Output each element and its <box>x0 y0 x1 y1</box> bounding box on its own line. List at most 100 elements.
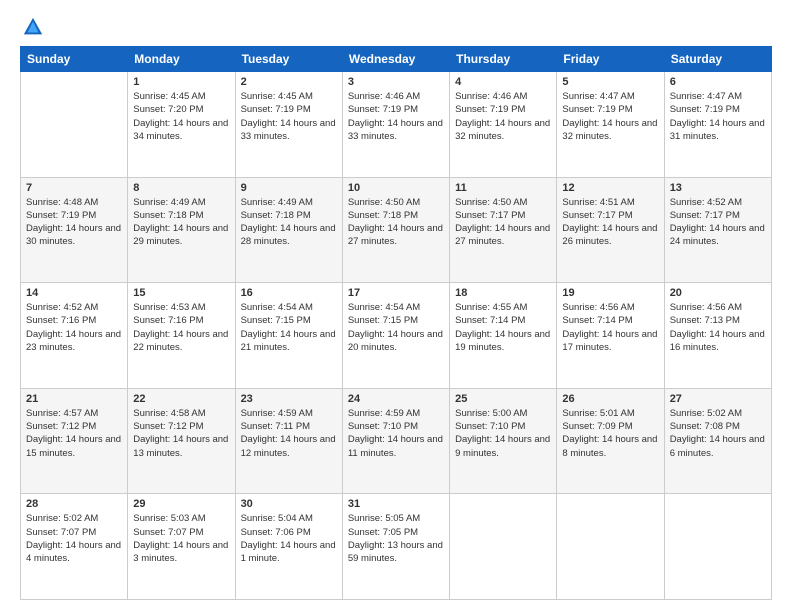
sunset: Sunset: 7:15 PM <box>348 315 418 326</box>
cell-content: Sunrise: 5:03 AM Sunset: 7:07 PM Dayligh… <box>133 512 229 565</box>
calendar-cell: 3 Sunrise: 4:46 AM Sunset: 7:19 PM Dayli… <box>342 72 449 178</box>
day-number: 18 <box>455 287 551 299</box>
daylight: Daylight: 14 hours and 22 minutes. <box>133 329 228 353</box>
day-number: 30 <box>241 498 337 510</box>
week-row-2: 7 Sunrise: 4:48 AM Sunset: 7:19 PM Dayli… <box>21 177 772 283</box>
day-number: 6 <box>670 76 766 88</box>
day-number: 28 <box>26 498 122 510</box>
cell-content: Sunrise: 4:59 AM Sunset: 7:11 PM Dayligh… <box>241 407 337 460</box>
daylight: Daylight: 14 hours and 33 minutes. <box>348 118 443 142</box>
sunrise: Sunrise: 4:49 AM <box>241 197 313 208</box>
calendar-cell: 12 Sunrise: 4:51 AM Sunset: 7:17 PM Dayl… <box>557 177 664 283</box>
day-number: 26 <box>562 393 658 405</box>
day-number: 11 <box>455 182 551 194</box>
weekday-header-saturday: Saturday <box>664 47 771 72</box>
calendar-cell <box>557 494 664 600</box>
daylight: Daylight: 14 hours and 9 minutes. <box>455 434 550 458</box>
calendar-cell <box>21 72 128 178</box>
daylight: Daylight: 14 hours and 15 minutes. <box>26 434 121 458</box>
day-number: 9 <box>241 182 337 194</box>
sunset: Sunset: 7:07 PM <box>133 527 203 538</box>
week-row-4: 21 Sunrise: 4:57 AM Sunset: 7:12 PM Dayl… <box>21 388 772 494</box>
sunrise: Sunrise: 4:47 AM <box>670 91 742 102</box>
calendar-cell <box>450 494 557 600</box>
daylight: Daylight: 14 hours and 30 minutes. <box>26 223 121 247</box>
cell-content: Sunrise: 4:50 AM Sunset: 7:17 PM Dayligh… <box>455 196 551 249</box>
daylight: Daylight: 14 hours and 34 minutes. <box>133 118 228 142</box>
day-number: 23 <box>241 393 337 405</box>
cell-content: Sunrise: 4:49 AM Sunset: 7:18 PM Dayligh… <box>241 196 337 249</box>
cell-content: Sunrise: 4:47 AM Sunset: 7:19 PM Dayligh… <box>562 90 658 143</box>
sunrise: Sunrise: 4:56 AM <box>562 302 634 313</box>
cell-content: Sunrise: 4:58 AM Sunset: 7:12 PM Dayligh… <box>133 407 229 460</box>
sunset: Sunset: 7:18 PM <box>241 210 311 221</box>
sunset: Sunset: 7:19 PM <box>670 104 740 115</box>
calendar-cell: 31 Sunrise: 5:05 AM Sunset: 7:05 PM Dayl… <box>342 494 449 600</box>
sunrise: Sunrise: 4:55 AM <box>455 302 527 313</box>
day-number: 24 <box>348 393 444 405</box>
daylight: Daylight: 14 hours and 17 minutes. <box>562 329 657 353</box>
daylight: Daylight: 14 hours and 26 minutes. <box>562 223 657 247</box>
sunrise: Sunrise: 4:48 AM <box>26 197 98 208</box>
cell-content: Sunrise: 4:52 AM Sunset: 7:16 PM Dayligh… <box>26 301 122 354</box>
calendar-table: SundayMondayTuesdayWednesdayThursdayFrid… <box>20 46 772 600</box>
calendar-cell: 14 Sunrise: 4:52 AM Sunset: 7:16 PM Dayl… <box>21 283 128 389</box>
sunrise: Sunrise: 4:47 AM <box>562 91 634 102</box>
day-number: 2 <box>241 76 337 88</box>
day-number: 27 <box>670 393 766 405</box>
daylight: Daylight: 14 hours and 33 minutes. <box>241 118 336 142</box>
week-row-5: 28 Sunrise: 5:02 AM Sunset: 7:07 PM Dayl… <box>21 494 772 600</box>
sunrise: Sunrise: 4:54 AM <box>241 302 313 313</box>
daylight: Daylight: 14 hours and 32 minutes. <box>562 118 657 142</box>
weekday-header-wednesday: Wednesday <box>342 47 449 72</box>
calendar-cell: 28 Sunrise: 5:02 AM Sunset: 7:07 PM Dayl… <box>21 494 128 600</box>
calendar-cell: 8 Sunrise: 4:49 AM Sunset: 7:18 PM Dayli… <box>128 177 235 283</box>
sunrise: Sunrise: 4:45 AM <box>133 91 205 102</box>
day-number: 3 <box>348 76 444 88</box>
sunrise: Sunrise: 4:52 AM <box>670 197 742 208</box>
sunrise: Sunrise: 4:59 AM <box>348 408 420 419</box>
day-number: 14 <box>26 287 122 299</box>
calendar-cell: 20 Sunrise: 4:56 AM Sunset: 7:13 PM Dayl… <box>664 283 771 389</box>
daylight: Daylight: 14 hours and 16 minutes. <box>670 329 765 353</box>
sunset: Sunset: 7:14 PM <box>455 315 525 326</box>
calendar-cell <box>664 494 771 600</box>
daylight: Daylight: 14 hours and 23 minutes. <box>26 329 121 353</box>
weekday-header-tuesday: Tuesday <box>235 47 342 72</box>
sunrise: Sunrise: 4:56 AM <box>670 302 742 313</box>
day-number: 31 <box>348 498 444 510</box>
sunrise: Sunrise: 4:50 AM <box>455 197 527 208</box>
daylight: Daylight: 14 hours and 24 minutes. <box>670 223 765 247</box>
daylight: Daylight: 14 hours and 21 minutes. <box>241 329 336 353</box>
cell-content: Sunrise: 4:45 AM Sunset: 7:20 PM Dayligh… <box>133 90 229 143</box>
daylight: Daylight: 14 hours and 19 minutes. <box>455 329 550 353</box>
day-number: 5 <box>562 76 658 88</box>
weekday-header-thursday: Thursday <box>450 47 557 72</box>
daylight: Daylight: 14 hours and 11 minutes. <box>348 434 443 458</box>
day-number: 17 <box>348 287 444 299</box>
calendar-cell: 23 Sunrise: 4:59 AM Sunset: 7:11 PM Dayl… <box>235 388 342 494</box>
weekday-header-sunday: Sunday <box>21 47 128 72</box>
calendar-cell: 6 Sunrise: 4:47 AM Sunset: 7:19 PM Dayli… <box>664 72 771 178</box>
cell-content: Sunrise: 5:05 AM Sunset: 7:05 PM Dayligh… <box>348 512 444 565</box>
calendar-cell: 24 Sunrise: 4:59 AM Sunset: 7:10 PM Dayl… <box>342 388 449 494</box>
calendar-cell: 13 Sunrise: 4:52 AM Sunset: 7:17 PM Dayl… <box>664 177 771 283</box>
calendar-cell: 4 Sunrise: 4:46 AM Sunset: 7:19 PM Dayli… <box>450 72 557 178</box>
calendar-cell: 1 Sunrise: 4:45 AM Sunset: 7:20 PM Dayli… <box>128 72 235 178</box>
daylight: Daylight: 14 hours and 27 minutes. <box>455 223 550 247</box>
sunrise: Sunrise: 4:58 AM <box>133 408 205 419</box>
weekday-header-row: SundayMondayTuesdayWednesdayThursdayFrid… <box>21 47 772 72</box>
sunset: Sunset: 7:13 PM <box>670 315 740 326</box>
cell-content: Sunrise: 5:02 AM Sunset: 7:07 PM Dayligh… <box>26 512 122 565</box>
weekday-header-friday: Friday <box>557 47 664 72</box>
day-number: 16 <box>241 287 337 299</box>
sunset: Sunset: 7:16 PM <box>133 315 203 326</box>
calendar-cell: 18 Sunrise: 4:55 AM Sunset: 7:14 PM Dayl… <box>450 283 557 389</box>
sunset: Sunset: 7:06 PM <box>241 527 311 538</box>
sunrise: Sunrise: 4:53 AM <box>133 302 205 313</box>
calendar-cell: 9 Sunrise: 4:49 AM Sunset: 7:18 PM Dayli… <box>235 177 342 283</box>
daylight: Daylight: 13 hours and 59 minutes. <box>348 540 443 564</box>
sunset: Sunset: 7:15 PM <box>241 315 311 326</box>
sunset: Sunset: 7:18 PM <box>348 210 418 221</box>
sunset: Sunset: 7:10 PM <box>455 421 525 432</box>
